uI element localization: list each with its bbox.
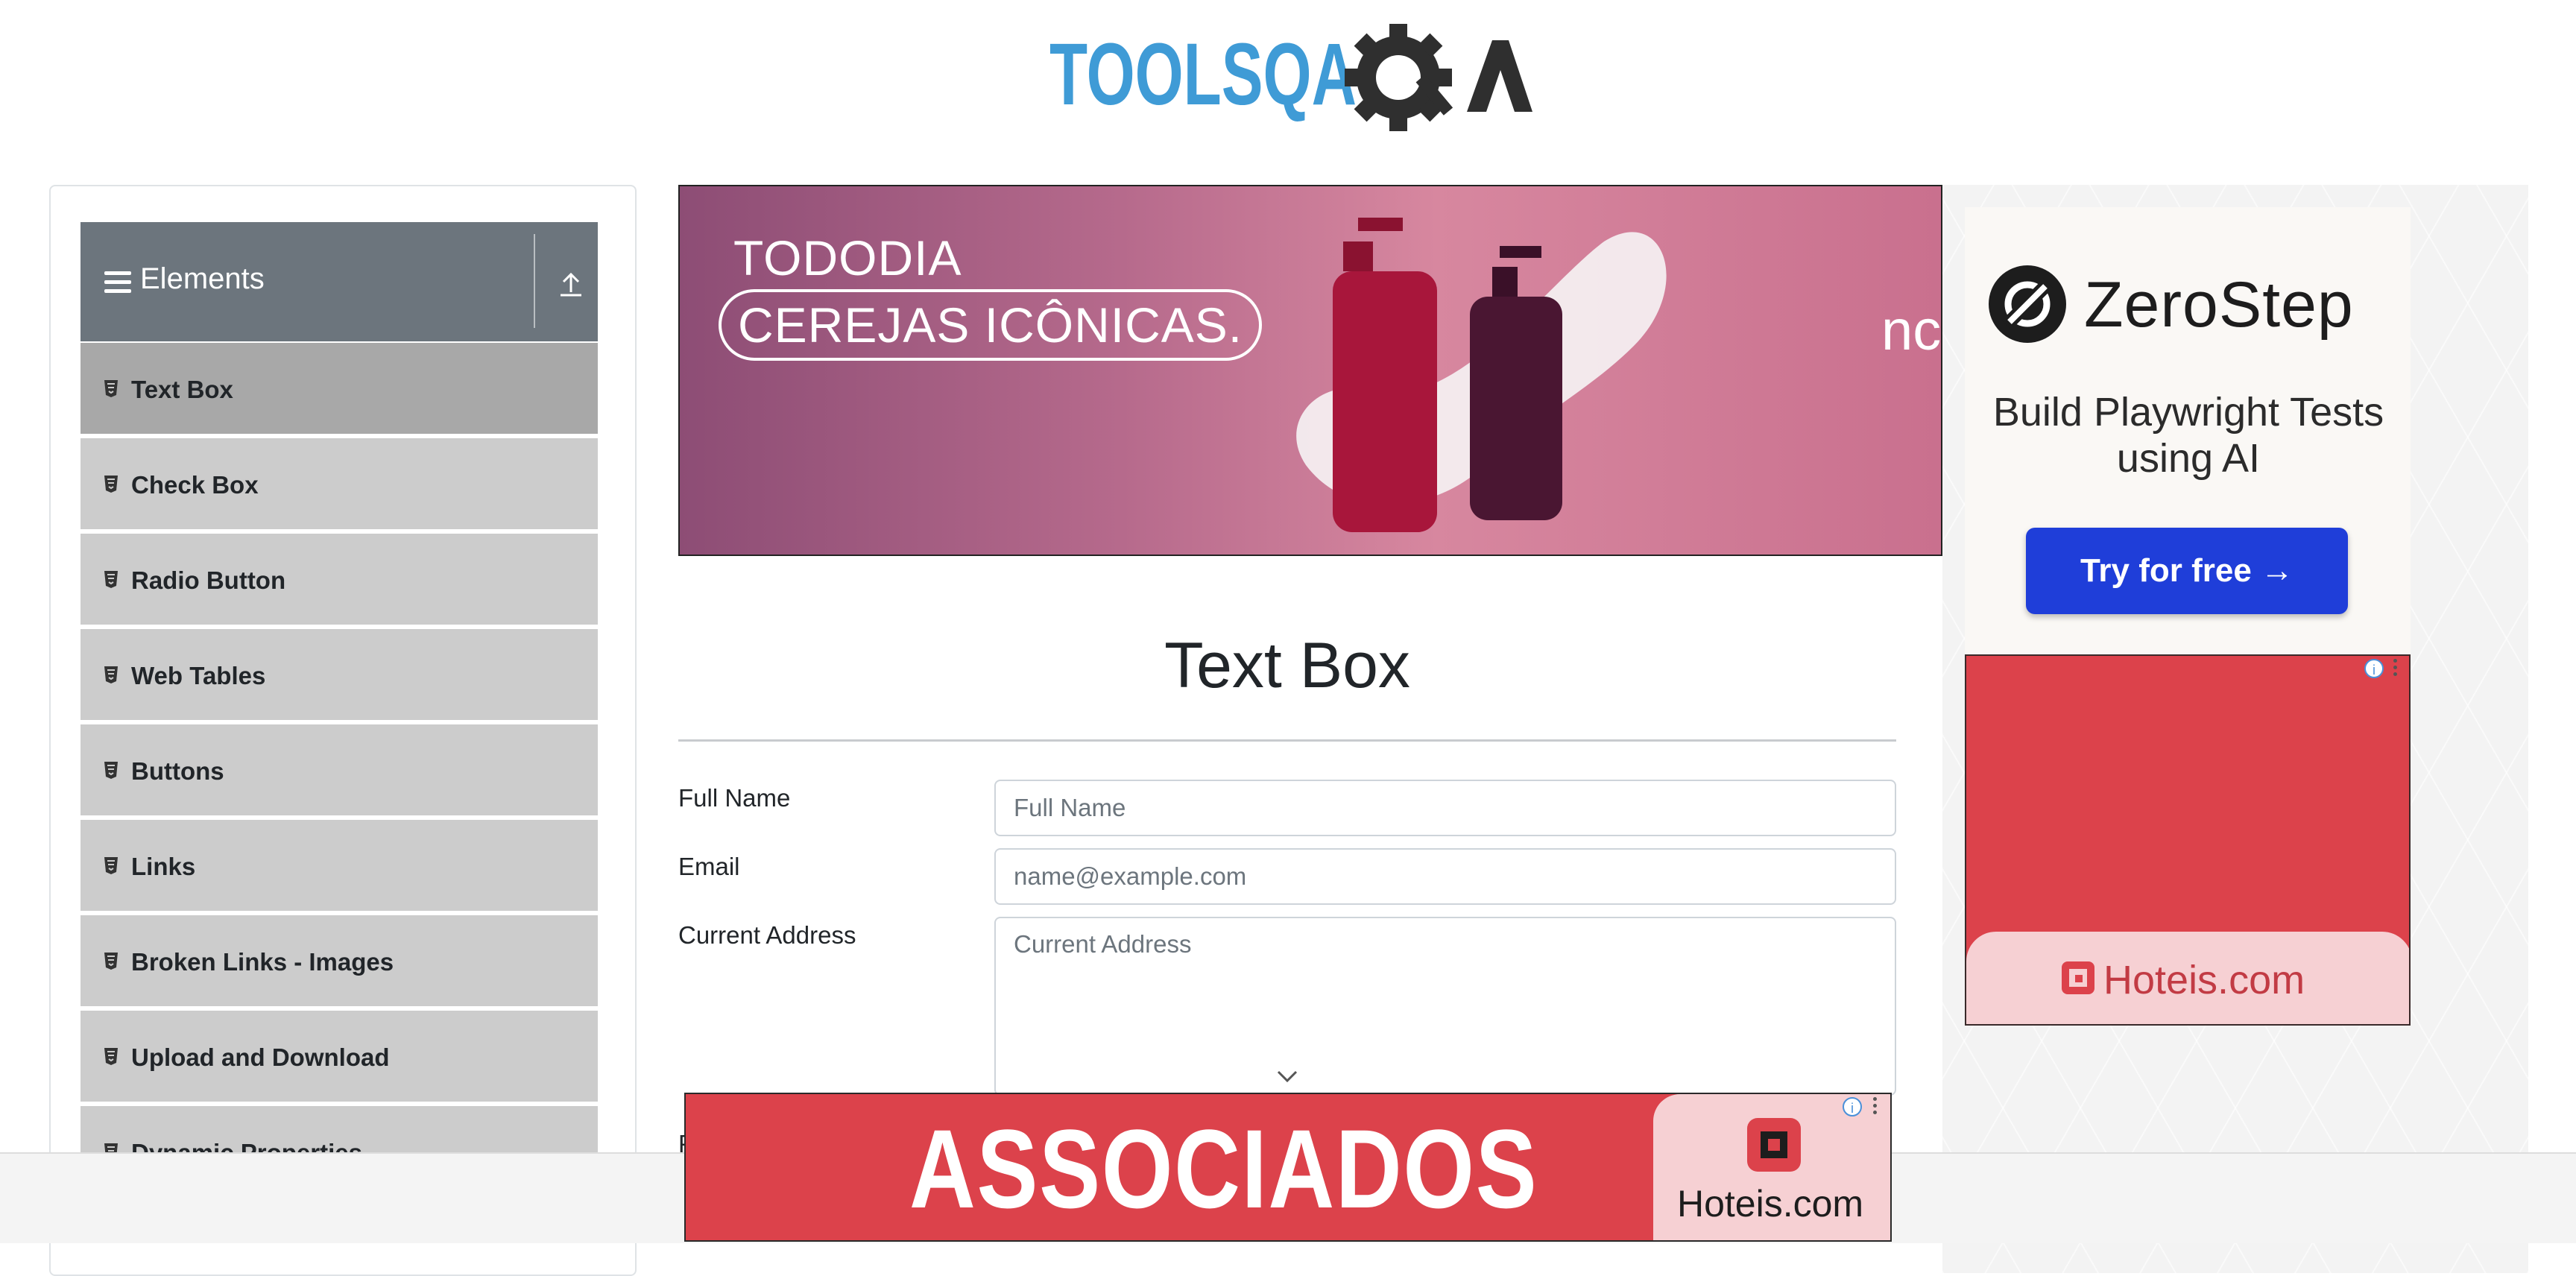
ad-menu-icon[interactable] [1869,1097,1880,1118]
banner-line-2: CEREJAS ICÔNICAS. [719,289,1263,361]
hoteis-logo-icon [2062,961,2094,994]
sidebar-item-label: Links [131,853,196,880]
ad-info-icon[interactable]: i [1843,1097,1862,1116]
logo-wordmark: TOOLSQA [1049,25,1357,124]
html5-icon [104,666,118,683]
sidebar-item-label: Check Box [131,471,259,499]
hamburger-icon [104,271,131,295]
banner-brand-fragment: nc [1881,299,1942,362]
product-bottles-image [1296,218,1667,532]
zerostep-brand: ZeroStep [2084,269,2354,341]
html5-icon [104,476,118,493]
sidebar-item-buttons[interactable]: Buttons [80,723,598,815]
full-name-label: Full Name [678,784,791,812]
sidebar-item-links[interactable]: Links [80,818,598,911]
html5-icon [104,380,118,397]
email-input[interactable] [994,848,1896,905]
page-title: Text Box [1164,630,1410,701]
sidebar-group-title: Elements [140,262,265,295]
current-address-textarea[interactable] [994,917,1896,1096]
sidebar-item-label: Buttons [131,757,224,785]
zerostep-headline: Build Playwright Tests using AI [1992,390,2384,481]
ad-info-icon[interactable]: i [2364,659,2384,678]
html5-icon [104,1048,118,1065]
title-divider [678,739,1896,742]
hoteis-logo-icon [1747,1118,1801,1172]
collapse-arrow-icon[interactable] [558,268,584,298]
sidebar-item-web-tables[interactable]: Web Tables [80,628,598,720]
sidebar-item-label: Web Tables [131,662,266,689]
banner-line-1: TODODIA [733,230,962,285]
html5-icon [104,953,118,970]
ad-menu-icon[interactable] [2390,659,2400,680]
banner-ad[interactable]: TODODIA CEREJAS ICÔNICAS. nc [678,185,1942,556]
hoteis-ad-bottom[interactable]: ASSOCIADOS Hoteis.com i [684,1093,1892,1242]
zerostep-ad[interactable]: ZeroStep Build Playwright Tests using AI… [1965,207,2411,654]
sidebar-item-broken-links[interactable]: Broken Links - Images [80,914,598,1006]
sidebar-item-upload-download[interactable]: Upload and Download [80,1009,598,1102]
html5-icon [104,762,118,779]
logo-a-letter [1467,40,1532,112]
sidebar-item-label: Radio Button [131,566,286,594]
sidebar-item-radio-button[interactable]: Radio Button [80,532,598,625]
chevron-down-icon [1277,1070,1298,1083]
logo-gear-icon [1345,24,1453,131]
current-address-label: Current Address [678,921,856,949]
sidebar-item-text-box[interactable]: Text Box [80,341,598,434]
zerostep-logo-icon [1989,265,2066,343]
html5-icon [104,857,118,874]
sidebar-item-label: Upload and Download [131,1043,390,1071]
ad-headline: ASSOCIADOS [909,1106,1538,1231]
sidebar-item-label: Text Box [131,376,233,403]
toolsqa-logo[interactable]: TOOLSQA [1049,21,1532,136]
sidebar-item-label: Broken Links - Images [131,948,394,976]
full-name-input[interactable] [994,780,1896,836]
header-divider [534,234,535,328]
hoteis-ad-right[interactable]: i Hoteis.com [1965,654,2411,1026]
html5-icon [104,571,118,588]
email-label: Email [678,853,740,880]
try-for-free-button[interactable]: Try for free → [2026,528,2348,614]
sidebar-item-check-box[interactable]: Check Box [80,437,598,529]
sidebar-group-header[interactable]: Elements [80,222,598,341]
hoteis-brand: Hoteis.com [2103,958,2305,1002]
hoteis-brand: Hoteis.com [1677,1183,1864,1225]
